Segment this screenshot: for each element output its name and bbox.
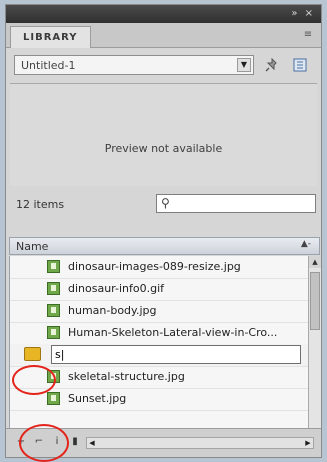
item-name: Sunset.jpg bbox=[68, 392, 127, 405]
name-column-header[interactable]: Name ▲- bbox=[9, 237, 320, 255]
new-symbol-icon[interactable]: + bbox=[14, 435, 28, 449]
vertical-scrollbar[interactable]: ▲ bbox=[308, 256, 321, 428]
bitmap-icon bbox=[47, 304, 60, 317]
document-row: Untitled-1 ▼ bbox=[6, 47, 321, 81]
bitmap-icon bbox=[47, 260, 60, 273]
bottom-toolbar: + ⌐ i ▮ ◀ ▶ bbox=[6, 428, 321, 457]
bitmap-icon bbox=[47, 282, 60, 295]
sort-icon[interactable]: ▲- bbox=[301, 239, 311, 249]
search-input[interactable]: ⚲ bbox=[156, 194, 316, 213]
list-item[interactable]: Sunset.jpg bbox=[10, 388, 309, 411]
item-name: dinosaur-info0.gif bbox=[68, 282, 165, 295]
preview-message: Preview not available bbox=[104, 142, 223, 155]
item-name: human-body.jpg bbox=[68, 304, 157, 317]
new-folder-icon[interactable]: ⌐ bbox=[32, 435, 46, 449]
tab-row: LIBRARY ≡ bbox=[6, 23, 321, 48]
scroll-thumb[interactable] bbox=[310, 272, 320, 330]
list-item[interactable]: human-body.jpg bbox=[10, 300, 309, 323]
list-item[interactable]: dinosaur-images-089-resize.jpg bbox=[10, 256, 309, 279]
bitmap-icon bbox=[47, 370, 60, 383]
item-name: skeletal-structure.jpg bbox=[68, 370, 185, 383]
tab-library[interactable]: LIBRARY bbox=[10, 26, 91, 48]
panel-titlebar[interactable]: » × bbox=[6, 5, 321, 23]
list-item[interactable]: Human-Skeleton-Lateral-view-in-Cro... bbox=[10, 322, 309, 345]
folder-icon bbox=[24, 347, 41, 361]
pin-library-icon[interactable] bbox=[264, 57, 280, 73]
list-item[interactable]: skeletal-structure.jpg bbox=[10, 366, 309, 389]
item-count: 12 items bbox=[16, 198, 65, 211]
library-panel: » × LIBRARY ≡ Untitled-1 ▼ Preview not a… bbox=[5, 4, 322, 458]
new-library-panel-icon[interactable] bbox=[292, 57, 308, 73]
library-list: dinosaur-images-089-resize.jpg dinosaur-… bbox=[9, 256, 309, 428]
item-name: dinosaur-images-089-resize.jpg bbox=[68, 260, 241, 273]
column-name-label: Name bbox=[16, 240, 49, 253]
scroll-right-icon[interactable]: ▶ bbox=[303, 438, 313, 448]
list-item[interactable]: dinosaur-info0.gif bbox=[10, 278, 309, 301]
bitmap-icon bbox=[47, 392, 60, 405]
folder-name-input[interactable] bbox=[55, 347, 295, 362]
document-select-value: Untitled-1 bbox=[21, 59, 76, 72]
window-controls[interactable]: » × bbox=[291, 8, 315, 19]
scroll-up-icon[interactable]: ▲ bbox=[309, 256, 321, 268]
chevron-down-icon[interactable]: ▼ bbox=[237, 58, 251, 72]
properties-icon[interactable]: i bbox=[50, 435, 64, 449]
item-name: Human-Skeleton-Lateral-view-in-Cro... bbox=[68, 326, 278, 339]
scroll-left-icon[interactable]: ◀ bbox=[87, 438, 97, 448]
document-select[interactable]: Untitled-1 ▼ bbox=[14, 55, 254, 75]
panel-menu-icon[interactable]: ≡ bbox=[301, 29, 315, 41]
search-icon: ⚲ bbox=[161, 196, 170, 210]
bitmap-icon bbox=[47, 326, 60, 339]
search-row: 12 items ⚲ bbox=[6, 190, 321, 216]
new-folder-row[interactable] bbox=[10, 344, 309, 367]
folder-name-field[interactable] bbox=[51, 345, 301, 364]
delete-icon[interactable]: ▮ bbox=[68, 435, 82, 449]
preview-area: Preview not available bbox=[10, 83, 317, 186]
horizontal-scrollbar[interactable]: ◀ ▶ bbox=[86, 437, 314, 449]
